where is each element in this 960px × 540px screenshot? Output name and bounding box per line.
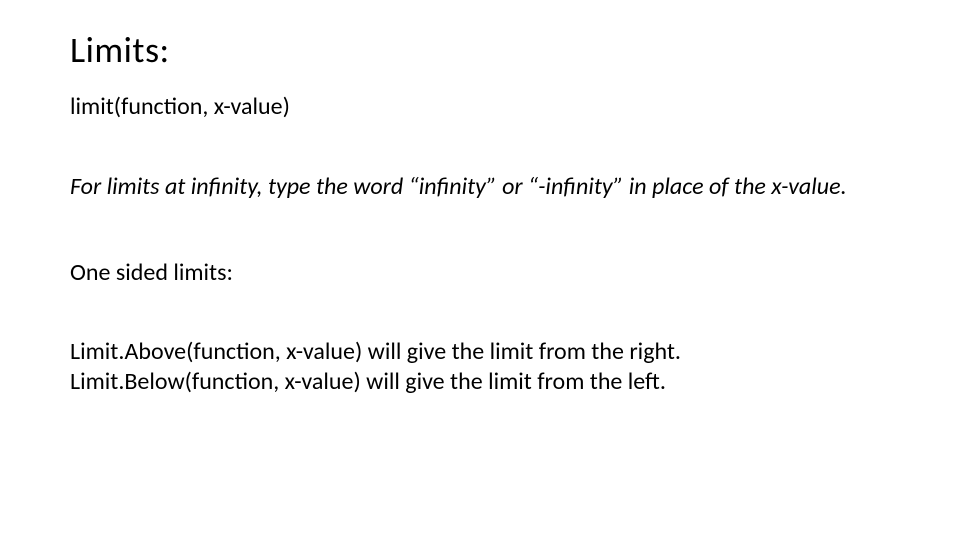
limit-syntax: limit(function, x-value) (70, 92, 890, 121)
infinity-note: For limits at infinity, type the word “i… (70, 173, 890, 202)
limit-below-text: Limit.Below(function, x-value) will give… (70, 367, 890, 397)
limit-above-text: Limit.Above(function, x-value) will give… (70, 337, 890, 367)
page-title: Limits: (70, 28, 890, 72)
one-sided-heading: One sided limits: (70, 258, 890, 287)
